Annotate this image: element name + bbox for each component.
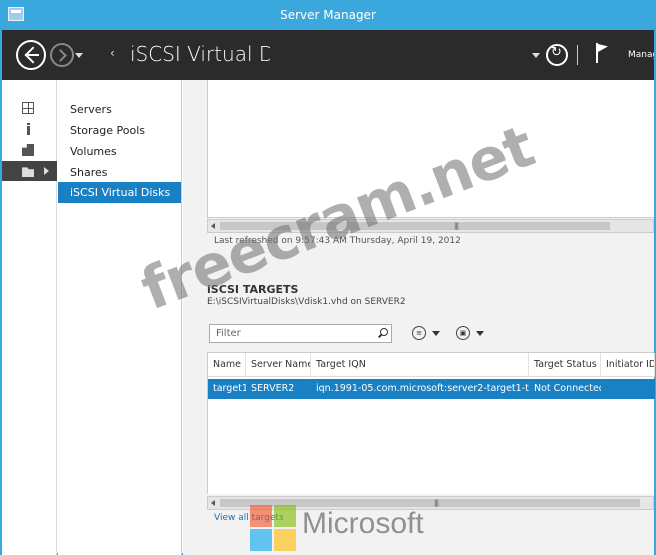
dashboard-icon (22, 102, 34, 114)
server-manager-window: Server Manager ‹ iSCSI Virtual Disks Man… (0, 0, 656, 555)
table-row[interactable]: target1 SERVER2 iqn.1991-05.com.microsof… (208, 379, 655, 399)
refresh-dropdown-icon[interactable] (532, 53, 540, 58)
local-server-icon (22, 123, 34, 135)
nav-item-iscsi-virtual-disks[interactable]: iSCSI Virtual Disks (58, 182, 181, 203)
column-header-initiator-id[interactable]: Initiator ID (601, 353, 655, 377)
cell-target-status: Not Connected (534, 383, 601, 394)
search-icon[interactable] (377, 328, 388, 338)
rail-item-all-servers[interactable] (2, 140, 57, 160)
nav-item-servers[interactable]: Servers (58, 99, 181, 120)
window-title: Server Manager (280, 8, 376, 22)
all-servers-icon (22, 144, 34, 156)
cell-initiator-id (601, 379, 655, 399)
scroll-grip-icon: ||| (434, 499, 439, 507)
chevron-down-icon (476, 331, 484, 336)
filter-input[interactable]: Filter (209, 324, 392, 343)
rail-item-dashboard[interactable] (2, 98, 57, 118)
view-options-button[interactable]: ≡ (412, 325, 444, 341)
header-divider (577, 45, 578, 65)
forward-button[interactable] (50, 43, 74, 67)
save-icon: ▣ (456, 326, 470, 340)
breadcrumb-separator: ‹ (110, 46, 115, 60)
cell-target-iqn: iqn.1991-05.com.microsoft:server2-target… (316, 383, 529, 394)
title-bar: Server Manager (2, 2, 654, 30)
notifications-flag-icon[interactable] (594, 43, 610, 63)
rail-item-file-services[interactable] (2, 161, 57, 181)
watermark-brand: Microsoft (302, 507, 424, 540)
scroll-left-icon[interactable] (211, 500, 215, 506)
manage-menu[interactable]: Manage (628, 50, 654, 60)
header-bar: ‹ iSCSI Virtual Disks Manage (2, 30, 654, 80)
column-header-server-name[interactable]: Server Name (246, 353, 311, 377)
history-dropdown-icon[interactable] (75, 53, 83, 58)
cell-server-name: SERVER2 (251, 383, 295, 394)
cell-name: target1 (213, 383, 246, 394)
nav-item-volumes[interactable]: Volumes (58, 141, 181, 162)
column-header-target-status[interactable]: Target Status (529, 353, 601, 377)
file-services-icon (22, 167, 34, 177)
column-header-target-iqn[interactable]: Target IQN (311, 353, 529, 377)
targets-grid[interactable]: Name Server Name Target IQN Target Statu… (207, 352, 655, 494)
nav-item-shares[interactable]: Shares (58, 162, 181, 183)
column-header-name[interactable]: Name (208, 353, 246, 377)
expand-arrow-icon (44, 167, 49, 175)
list-options-icon: ≡ (412, 326, 426, 340)
grid-header: Name Server Name Target IQN Target Statu… (208, 353, 655, 377)
targets-section-subtitle: E:\iSCSIVirtualDisks\Vdisk1.vhd on SERVE… (207, 297, 406, 307)
rail-item-local-server[interactable] (2, 119, 57, 139)
back-button[interactable] (16, 40, 46, 70)
save-query-button[interactable]: ▣ (456, 325, 488, 341)
scroll-grip-icon: ||| (454, 222, 459, 230)
nav-item-storage-pools[interactable]: Storage Pools (58, 120, 181, 141)
refresh-button[interactable] (546, 44, 568, 66)
page-title: iSCSI Virtual Disks (130, 42, 270, 66)
microsoft-logo-icon (250, 505, 298, 553)
chevron-down-icon (432, 331, 440, 336)
icon-rail (2, 80, 57, 555)
